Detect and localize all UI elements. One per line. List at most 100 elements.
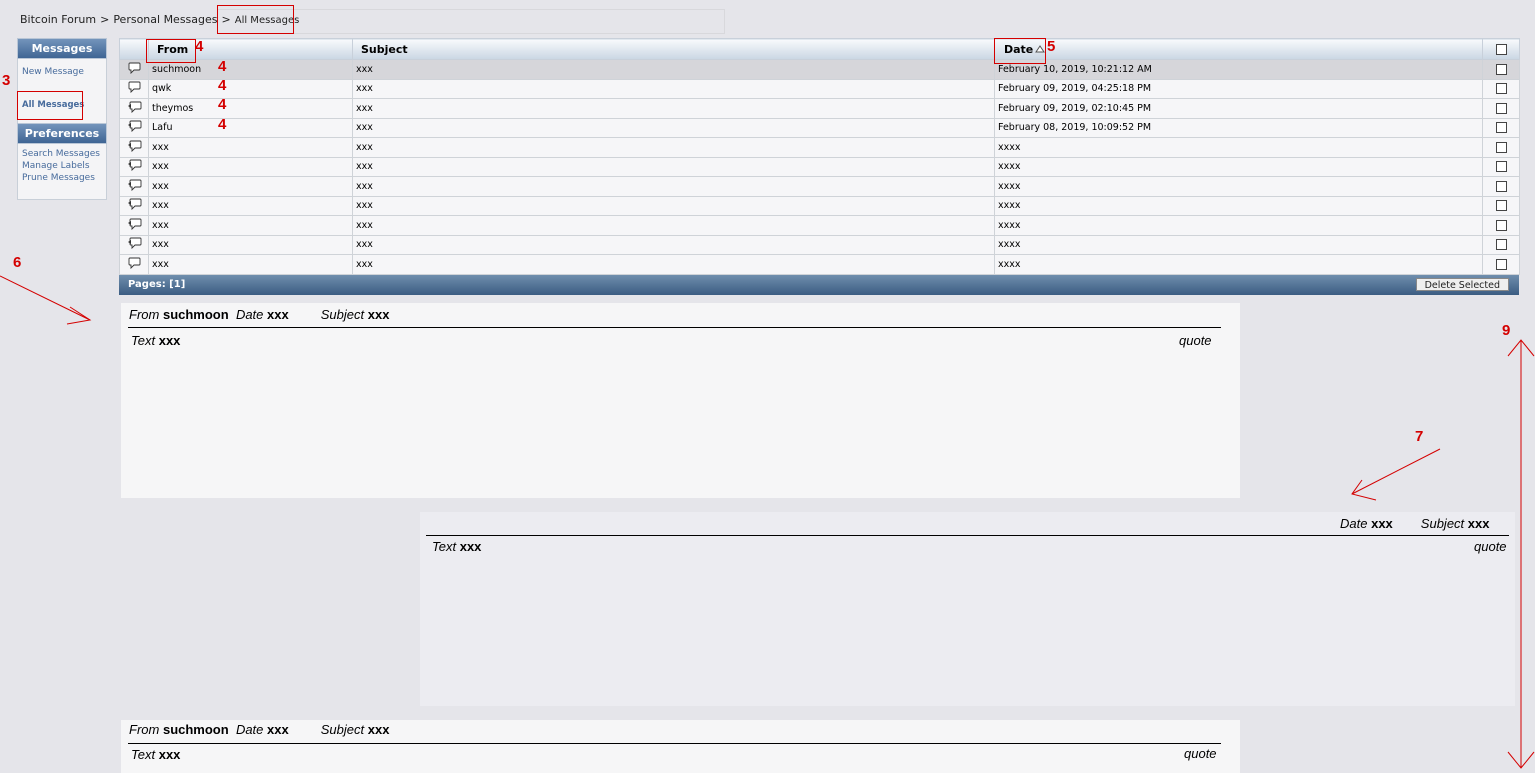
table-row[interactable]: theymos xxx February 09, 2019, 02:10:45 PM [119,98,1520,119]
sidebar-preferences-panel: Search Messages Manage Labels Prune Mess… [17,144,107,200]
row-from[interactable]: xxx [148,176,353,197]
arrow-9-head-bottom [1507,751,1535,769]
bubble-icon [128,257,141,272]
annotation-box-breadcrumb [217,5,294,34]
date-column-header[interactable]: Date [994,38,1483,60]
breadcrumb-section-link[interactable]: Personal Messages [113,13,217,26]
quote-link[interactable]: quote [1184,746,1217,761]
row-subject[interactable]: xxx [352,195,995,216]
row-checkbox[interactable] [1495,258,1507,270]
row-checkbox[interactable] [1495,141,1507,153]
row-checkbox[interactable] [1495,102,1507,114]
row-select-cell [1482,156,1520,177]
table-row[interactable]: xxx xxx xxxx [119,234,1520,255]
row-checkbox[interactable] [1495,219,1507,231]
breadcrumb-root-link[interactable]: Bitcoin Forum [20,13,96,26]
row-checkbox[interactable] [1495,63,1507,75]
row-checkbox[interactable] [1495,122,1507,134]
pages-indicator[interactable]: Pages: [1] [128,279,185,290]
row-date: xxxx [994,195,1483,216]
row-select-cell [1482,137,1520,158]
row-subject[interactable]: xxx [352,137,995,158]
panel-divider [128,327,1221,328]
replied-bubble-icon [127,140,142,155]
row-from[interactable]: xxx [148,156,353,177]
row-subject[interactable]: xxx [352,234,995,255]
row-from[interactable]: qwk [148,78,353,99]
delete-selected-button[interactable]: Delete Selected [1415,277,1509,291]
row-subject[interactable]: xxx [352,59,995,80]
annotation-number: 7 [1415,428,1424,445]
row-subject[interactable]: xxx [352,215,995,236]
row-from[interactable]: xxx [148,254,353,275]
row-select-cell [1482,215,1520,236]
quote-link[interactable]: quote [1474,539,1507,554]
row-subject[interactable]: xxx [352,176,995,197]
row-subject[interactable]: xxx [352,254,995,275]
table-row[interactable]: suchmoon xxx February 10, 2019, 10:21:12 A… [119,59,1520,80]
panel-text: Text xxx [131,333,181,348]
row-checkbox[interactable] [1495,161,1507,173]
arrow-6-line [0,275,91,321]
annotation-number: 3 [2,72,11,89]
table-row[interactable]: xxx xxx xxxx [119,215,1520,236]
table-row[interactable]: Lafu xxx February 08, 2019, 10:09:52 PM [119,117,1520,138]
table-row[interactable]: xxx xxx xxxx [119,156,1520,177]
annotation-box-date [994,38,1046,64]
arrow-6-head [66,306,92,325]
pagination-bar: Pages: [1] Delete Selected [119,274,1519,295]
row-checkbox[interactable] [1495,83,1507,95]
replied-bubble-icon [127,120,142,135]
table-row[interactable]: xxx xxx xxxx [119,176,1520,197]
replied-bubble-icon [127,218,142,233]
sidebar-item-manage-labels[interactable]: Manage Labels [18,160,106,172]
row-date: February 09, 2019, 04:25:18 PM [994,78,1483,99]
annotation-box-all-messages [17,91,83,120]
table-row[interactable]: qwk xxx February 09, 2019, 04:25:18 PM [119,78,1520,99]
row-icon-cell [119,156,149,177]
message-preview-panel-3: From suchmoon Date xxx Subject xxx Text x… [121,720,1240,773]
row-subject[interactable]: xxx [352,98,995,119]
replied-bubble-icon [127,198,142,213]
row-icon-cell [119,234,149,255]
annotation-number: 4 [218,96,227,113]
row-select-cell [1482,254,1520,275]
replied-bubble-icon [127,179,142,194]
row-icon-cell [119,78,149,99]
sidebar-item-prune-messages[interactable]: Prune Messages [18,172,106,184]
panel-header: From suchmoon Date xxx Subject xxx [129,307,390,322]
row-subject[interactable]: xxx [352,78,995,99]
row-subject[interactable]: xxx [352,117,995,138]
row-from[interactable]: theymos [148,98,353,119]
panel-header: Date xxx Subject xxx [1340,516,1490,531]
row-icon-cell [119,98,149,119]
message-table: From Subject Date suchmoon xxx February 10… [119,38,1520,275]
arrow-7-head [1351,479,1377,501]
quote-link[interactable]: quote [1179,333,1212,348]
bubble-icon [128,81,141,96]
select-all-checkbox[interactable] [1495,44,1507,55]
row-from[interactable]: Lafu [148,117,353,138]
row-subject[interactable]: xxx [352,156,995,177]
row-select-cell [1482,78,1520,99]
row-date: xxxx [994,234,1483,255]
table-row[interactable]: xxx xxx xxxx [119,195,1520,216]
table-row[interactable]: xxx xxx xxxx [119,254,1520,275]
sidebar-item-new-message[interactable]: New Message [18,66,84,78]
row-from[interactable]: xxx [148,234,353,255]
table-row[interactable]: xxx xxx xxxx [119,137,1520,158]
annotation-number: 6 [13,254,22,271]
row-icon-cell [119,59,149,80]
row-icon-cell [119,195,149,216]
row-checkbox[interactable] [1495,239,1507,251]
annotation-number: 4 [218,58,227,75]
row-select-cell [1482,117,1520,138]
row-checkbox[interactable] [1495,200,1507,212]
subject-column-header[interactable]: Subject [352,38,995,60]
row-icon-cell [119,215,149,236]
row-checkbox[interactable] [1495,180,1507,192]
row-from[interactable]: xxx [148,195,353,216]
row-from[interactable]: xxx [148,137,353,158]
row-from[interactable]: xxx [148,215,353,236]
sidebar-item-search-messages[interactable]: Search Messages [18,148,106,160]
